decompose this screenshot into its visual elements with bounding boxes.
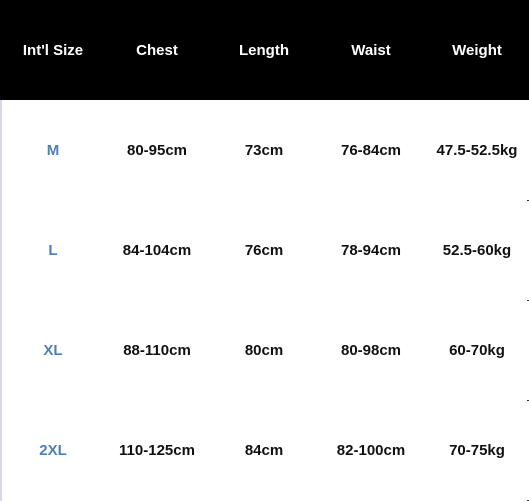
cell-size: XL [43, 342, 63, 359]
cell-length: 80cm [244, 342, 284, 359]
cell-waist: 80-98cm [340, 342, 402, 359]
cell-chest: 80-95cm [126, 142, 188, 159]
cell-waist: 82-100cm [336, 442, 406, 459]
cell-weight: 70-75kg [449, 442, 505, 459]
table-row: XL 88-110cm 80cm 80-98cm 60-70kg [0, 300, 529, 400]
header-chest: Chest [136, 42, 178, 59]
cell-weight: 47.5-52.5kg [436, 142, 518, 159]
cell-waist: 78-94cm [340, 242, 402, 259]
header-weight: Weight [452, 42, 502, 59]
cell-length: 76cm [244, 242, 284, 259]
header-waist: Waist [351, 42, 391, 59]
cell-chest: 84-104cm [122, 242, 192, 259]
cell-size: L [48, 242, 58, 259]
table-row: L 84-104cm 76cm 78-94cm 52.5-60kg [0, 200, 529, 300]
cell-chest: 88-110cm [123, 342, 191, 359]
header-length: Length [239, 42, 289, 59]
cell-chest: 110-125cm [119, 442, 195, 459]
cell-weight: 60-70kg [449, 342, 505, 359]
cell-length: 73cm [244, 142, 284, 159]
table-header: Int'l Size Chest Length Waist Weight [0, 0, 529, 100]
cell-weight: 52.5-60kg [442, 242, 512, 259]
cell-size: 2XL [39, 442, 67, 459]
header-size: Int'l Size [22, 42, 84, 59]
cell-size: M [46, 142, 60, 159]
cell-waist: 76-84cm [340, 142, 402, 159]
table-row: M 80-95cm 73cm 76-84cm 47.5-52.5kg [0, 100, 529, 200]
table-row: 2XL 110-125cm 84cm 82-100cm 70-75kg [0, 400, 529, 500]
cell-length: 84cm [244, 442, 284, 459]
